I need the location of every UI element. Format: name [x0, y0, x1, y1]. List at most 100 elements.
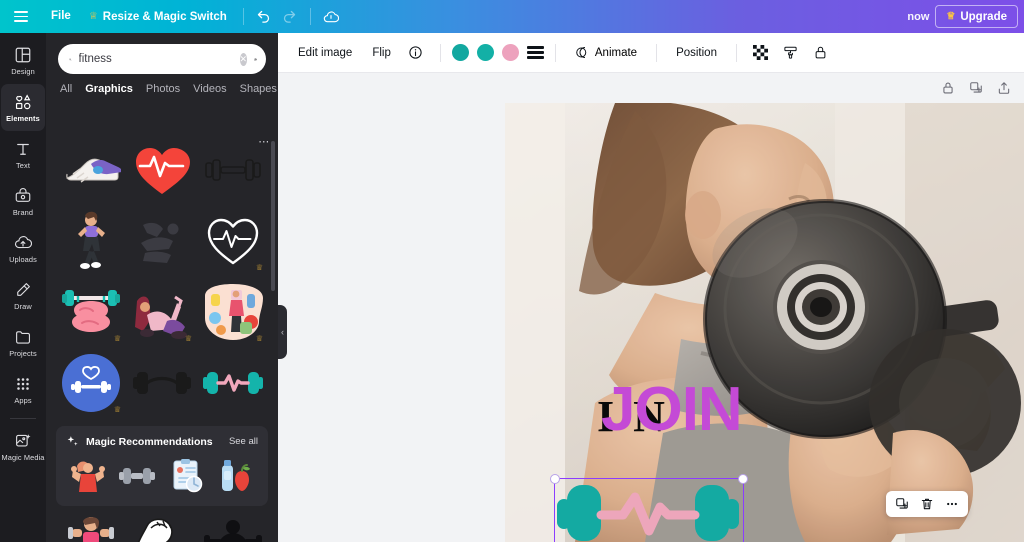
cloud-sync-icon[interactable]: [318, 5, 344, 28]
canvas-tools: [938, 78, 1014, 98]
graphic-fitness-collage[interactable]: ♕: [200, 279, 266, 345]
clipboard-plan-icon: [173, 459, 202, 493]
animate-button[interactable]: Animate: [567, 40, 645, 66]
sidebar-item-projects[interactable]: Projects: [1, 319, 45, 366]
edit-image-button[interactable]: Edit image: [290, 40, 360, 66]
sidebar-item-magic-media[interactable]: Magic Media: [1, 423, 45, 470]
category-tabs: All Graphics Photos Videos Shapes ›: [46, 74, 278, 95]
color-swatch-3[interactable]: [501, 44, 519, 61]
header-divider-2: [309, 8, 311, 25]
flex-woman-icon: [70, 461, 105, 492]
search-area: ✕: [46, 33, 278, 74]
graphic-sneakers[interactable]: [58, 137, 124, 203]
info-icon[interactable]: [403, 40, 429, 66]
upgrade-button[interactable]: ♕ Upgrade: [935, 5, 1018, 28]
magic-item-flex-woman[interactable]: [66, 456, 110, 496]
tab-all[interactable]: All: [60, 83, 72, 95]
graphic-yoga-stretch[interactable]: ♕: [129, 279, 195, 345]
canva-editor: File ♕ Resize & Magic Switch now ♕ Upgra…: [0, 0, 1024, 542]
sidebar-item-label: Brand: [12, 207, 34, 217]
more-dots-icon[interactable]: [941, 493, 963, 515]
design-canvas[interactable]: I N JOIN: [505, 103, 1024, 542]
selected-element-bounding-box[interactable]: [550, 474, 748, 542]
file-menu-button[interactable]: File: [42, 5, 80, 28]
sidebar-item-text[interactable]: Text: [1, 131, 45, 178]
more-dots-icon[interactable]: ⋯: [258, 137, 270, 148]
gym-photo: [505, 103, 1024, 542]
spacing-lines-icon[interactable]: [526, 46, 544, 59]
graphic-barbell-black[interactable]: [129, 350, 195, 416]
graphic-runner-silhouette[interactable]: [129, 208, 195, 274]
runner-silhouette-icon: [141, 222, 179, 263]
sidebar-item-apps[interactable]: Apps: [1, 366, 45, 413]
heart-outline-icon: [207, 218, 259, 265]
tab-videos[interactable]: Videos: [193, 83, 226, 95]
graphic-blue-circle-badge[interactable]: ♕: [58, 350, 124, 416]
elements-panel: ✕ All Graphics Photos Videos Shapes ›: [46, 33, 278, 542]
graphics-results-grid[interactable]: ♕ ♕ ♕ ♕ ♕ ⋯ Magic Recommendations See al…: [46, 137, 278, 542]
crown-icon-upgrade: ♕: [946, 10, 956, 22]
dumbbell-gray-icon: [119, 468, 156, 484]
undo-icon[interactable]: [251, 5, 277, 28]
panel-scrollbar[interactable]: [271, 141, 275, 291]
graphic-woman-dumbbells[interactable]: [58, 512, 124, 542]
sidebar-item-design[interactable]: Design: [1, 37, 45, 84]
position-button[interactable]: Position: [668, 40, 725, 66]
sidebar-item-brand[interactable]: Brand: [1, 178, 45, 225]
search-box[interactable]: ✕: [58, 44, 266, 74]
resize-label: Resize & Magic Switch: [102, 10, 227, 23]
graphic-man-lifting-silhouette[interactable]: [200, 512, 266, 542]
duplicate-icon[interactable]: [891, 493, 913, 515]
graphic-dumbbell-outline[interactable]: [200, 137, 266, 203]
trash-icon[interactable]: [916, 493, 938, 515]
sidebar-item-elements[interactable]: Elements: [1, 84, 45, 131]
graphics-row: [46, 137, 278, 208]
sidebar-item-label: Magic Media: [1, 452, 45, 462]
resize-magic-switch-button[interactable]: ♕ Resize & Magic Switch: [80, 5, 236, 28]
background-photo[interactable]: [505, 103, 1024, 542]
transparency-icon[interactable]: [748, 40, 774, 66]
graphic-flexing-arm[interactable]: [129, 512, 195, 542]
graphic-brain-barbell[interactable]: ♕: [58, 279, 124, 345]
graphic-heart-pulse-red[interactable]: [129, 137, 195, 203]
flip-button[interactable]: Flip: [364, 40, 399, 66]
redo-icon[interactable]: [277, 5, 303, 28]
sidebar-item-draw[interactable]: Draw: [1, 272, 45, 319]
search-icon: [69, 58, 72, 61]
tab-graphics[interactable]: Graphics: [85, 83, 133, 95]
graphic-heart-pulse-outline[interactable]: ♕: [200, 208, 266, 274]
search-input[interactable]: [78, 53, 233, 65]
magic-recommendations-card: Magic Recommendations See all: [56, 426, 268, 506]
element-context-toolbar: [886, 491, 968, 517]
export-icon[interactable]: [994, 78, 1014, 98]
see-all-link[interactable]: See all: [229, 436, 258, 447]
paint-roller-icon[interactable]: [778, 40, 804, 66]
magic-item-bottle-apple[interactable]: [215, 456, 259, 496]
fitness-collage-icon: [205, 284, 263, 340]
sidebar-item-uploads[interactable]: Uploads: [1, 225, 45, 272]
panel-collapse-handle[interactable]: ‹: [278, 305, 287, 359]
tab-photos[interactable]: Photos: [146, 83, 180, 95]
resize-handle-top-right[interactable]: [738, 474, 748, 484]
sidebar-item-label: Apps: [14, 395, 32, 405]
toolbar-divider-2: [554, 43, 556, 62]
lock-icon[interactable]: [938, 78, 958, 98]
graphic-woman-running[interactable]: [58, 208, 124, 274]
color-swatch-2[interactable]: [476, 44, 494, 61]
resize-handle-top-left[interactable]: [550, 474, 560, 484]
lock-icon[interactable]: [808, 40, 834, 66]
clear-search-icon[interactable]: ✕: [239, 52, 248, 66]
header-divider: [242, 8, 244, 25]
header-right-group: now ♕ Upgrade: [907, 5, 1024, 28]
color-swatch-1[interactable]: [451, 44, 469, 61]
tab-shapes[interactable]: Shapes: [240, 83, 277, 95]
hamburger-icon[interactable]: [0, 11, 42, 22]
graphic-dumbbell-heartbeat[interactable]: [200, 350, 266, 416]
dumbbell-heartbeat-icon: [203, 372, 263, 394]
headline-pink-text[interactable]: JOIN: [601, 379, 743, 441]
sidebar-item-label: Uploads: [9, 254, 37, 264]
magic-item-dumbbell-gray[interactable]: [116, 456, 160, 496]
magic-item-clipboard[interactable]: [165, 456, 209, 496]
duplicate-page-icon[interactable]: [966, 78, 986, 98]
filter-sliders-icon[interactable]: [254, 52, 257, 67]
